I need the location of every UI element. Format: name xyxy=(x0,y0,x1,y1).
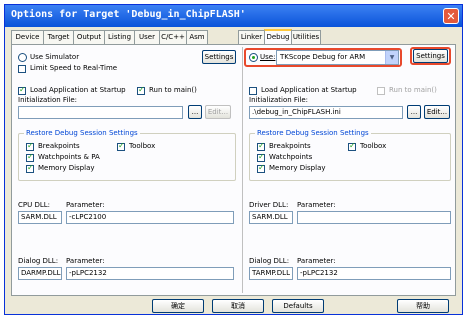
left-memory-display-checkbox[interactable] xyxy=(26,163,34,173)
right-memory-display-label: Memory Display xyxy=(269,164,326,172)
options-dialog: Options for Target 'Debug_in_ChipFLASH' … xyxy=(4,4,463,315)
driver-param-label: Parameter: xyxy=(297,201,336,209)
left-breakpoints-label: Breakpoints xyxy=(38,142,80,150)
debug-driver-select[interactable]: TKScope Debug for ARM ▼ xyxy=(276,50,399,65)
driver-dll-label: Driver DLL: xyxy=(249,201,289,209)
right-edit-button[interactable]: Edit... xyxy=(424,105,450,119)
right-dialog-dll-label: Dialog DLL: xyxy=(249,257,290,265)
tab-listing[interactable]: Listing xyxy=(104,30,135,44)
left-dialog-dll-input[interactable]: DARMP.DLL xyxy=(18,267,62,280)
driver-param-input[interactable] xyxy=(297,211,451,224)
left-run-to-main-label: Run to main() xyxy=(149,86,197,94)
cpu-param-label: Parameter: xyxy=(66,201,105,209)
right-memory-display-checkbox[interactable] xyxy=(257,163,265,173)
right-breakpoints-label: Breakpoints xyxy=(269,142,311,150)
window-title: Options for Target 'Debug_in_ChipFLASH' xyxy=(11,9,246,20)
cpu-param-input[interactable]: -cLPC2100 xyxy=(66,211,234,224)
limit-speed-label: Limit Speed to Real-Time xyxy=(30,64,118,72)
tab-linker[interactable]: Linker xyxy=(238,30,265,44)
debug-driver-value: TKScope Debug for ARM xyxy=(280,53,366,61)
left-load-app-label: Load Application at Startup xyxy=(30,86,126,94)
driver-dll-input[interactable]: SARM.DLL xyxy=(249,211,293,224)
right-toolbox-checkbox[interactable] xyxy=(348,141,356,151)
left-toolbox-label: Toolbox xyxy=(129,142,156,150)
right-dialog-dll-input[interactable]: TARMP.DLL xyxy=(249,267,293,280)
left-init-file-input[interactable] xyxy=(18,106,183,119)
tab-asm[interactable]: Asm xyxy=(186,30,208,44)
right-load-app-checkbox[interactable] xyxy=(249,87,257,95)
left-toolbox-checkbox[interactable] xyxy=(117,141,125,151)
tab-user[interactable]: User xyxy=(134,30,160,44)
use-driver-label: Use: xyxy=(260,53,276,61)
right-browse-button[interactable]: ... xyxy=(407,105,421,119)
right-run-to-main-label: Run to main() xyxy=(389,86,437,94)
right-run-to-main-checkbox[interactable] xyxy=(377,87,385,95)
use-simulator-radio[interactable] xyxy=(18,53,27,62)
left-load-app-checkbox[interactable] xyxy=(18,85,26,95)
tab-device[interactable]: Device xyxy=(11,30,44,44)
close-button[interactable]: ✕ xyxy=(443,8,459,24)
left-edit-button[interactable]: Edit... xyxy=(205,105,231,119)
use-simulator-label: Use Simulator xyxy=(30,53,80,61)
use-driver-radio[interactable] xyxy=(249,53,258,62)
tab-target[interactable]: Target xyxy=(43,30,74,44)
left-watchpoints-checkbox[interactable] xyxy=(26,152,34,162)
right-init-file-input[interactable]: .\debug_in_ChipFLASH.ini xyxy=(249,106,403,119)
tab-utilities[interactable]: Utilities xyxy=(291,30,321,44)
simulator-settings-button[interactable]: Settings xyxy=(202,50,236,64)
cancel-button[interactable]: 取消 xyxy=(212,299,264,313)
column-divider xyxy=(242,47,243,293)
right-restore-group-title: Restore Debug Session Settings xyxy=(255,129,371,137)
right-dialog-param-label: Parameter: xyxy=(297,257,336,265)
left-memory-display-label: Memory Display xyxy=(38,164,95,172)
chevron-down-icon[interactable]: ▼ xyxy=(385,51,398,64)
right-init-file-label: Initialization File: xyxy=(249,96,308,104)
left-init-file-label: Initialization File: xyxy=(18,96,77,104)
left-watchpoints-label: Watchpoints & PA xyxy=(38,153,100,161)
close-icon: ✕ xyxy=(446,10,456,23)
debug-panel: Use Simulator Settings Limit Speed to Re… xyxy=(11,44,456,296)
left-restore-group-title: Restore Debug Session Settings xyxy=(24,129,140,137)
title-bar: Options for Target 'Debug_in_ChipFLASH' … xyxy=(5,5,462,27)
driver-settings-button[interactable]: Settings xyxy=(413,49,448,63)
tab-output[interactable]: Output xyxy=(73,30,105,44)
left-dialog-dll-label: Dialog DLL: xyxy=(18,257,59,265)
help-button[interactable]: 帮助 xyxy=(397,299,449,313)
right-toolbox-label: Toolbox xyxy=(360,142,387,150)
left-dialog-param-input[interactable]: -pLPC2132 xyxy=(66,267,234,280)
cpu-dll-input[interactable]: SARM.DLL xyxy=(18,211,62,224)
limit-speed-checkbox[interactable] xyxy=(18,65,26,73)
tab-c-cpp[interactable]: C/C++ xyxy=(159,30,187,44)
right-dialog-param-input[interactable]: -pLPC2132 xyxy=(297,267,451,280)
right-breakpoints-checkbox[interactable] xyxy=(257,141,265,151)
defaults-button[interactable]: Defaults xyxy=(272,299,324,313)
right-load-app-label: Load Application at Startup xyxy=(261,86,357,94)
cpu-dll-label: CPU DLL: xyxy=(18,201,51,209)
right-watchpoints-label: Watchpoints xyxy=(269,153,313,161)
left-run-to-main-checkbox[interactable] xyxy=(137,85,145,95)
left-breakpoints-checkbox[interactable] xyxy=(26,141,34,151)
left-dialog-param-label: Parameter: xyxy=(66,257,105,265)
left-browse-button[interactable]: ... xyxy=(188,105,202,119)
ok-button[interactable]: 确定 xyxy=(152,299,204,313)
right-watchpoints-checkbox[interactable] xyxy=(257,152,265,162)
